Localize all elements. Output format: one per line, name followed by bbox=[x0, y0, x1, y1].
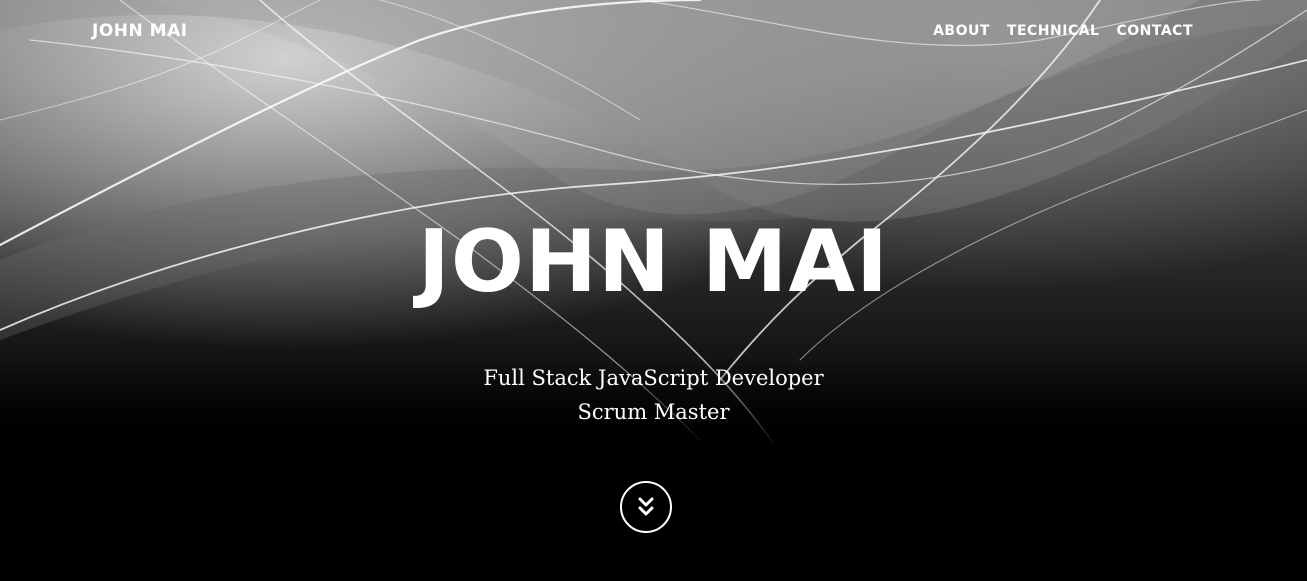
subtitle-role: Full Stack JavaScript Developer bbox=[483, 366, 824, 390]
nav-link-contact[interactable]: CONTACT bbox=[1116, 23, 1193, 39]
nav-link-technical[interactable]: TECHNICAL bbox=[1007, 23, 1100, 39]
subtitle-role-secondary: Scrum Master bbox=[577, 400, 730, 424]
hero-section: JOHN MAI ABOUT TECHNICAL CONTACT JOHN MA… bbox=[0, 0, 1307, 581]
hero-subtitles: Full Stack JavaScript Developer Scrum Ma… bbox=[0, 361, 1307, 429]
double-chevron-down-icon bbox=[638, 497, 654, 516]
top-navbar: JOHN MAI ABOUT TECHNICAL CONTACT bbox=[0, 0, 1307, 64]
nav-link-about[interactable]: ABOUT bbox=[933, 23, 990, 39]
scroll-down-button[interactable] bbox=[620, 481, 672, 533]
brand-link[interactable]: JOHN MAI bbox=[92, 21, 188, 41]
nav-links: ABOUT TECHNICAL CONTACT bbox=[933, 23, 1193, 39]
hero-title: JOHN MAI bbox=[417, 212, 890, 312]
